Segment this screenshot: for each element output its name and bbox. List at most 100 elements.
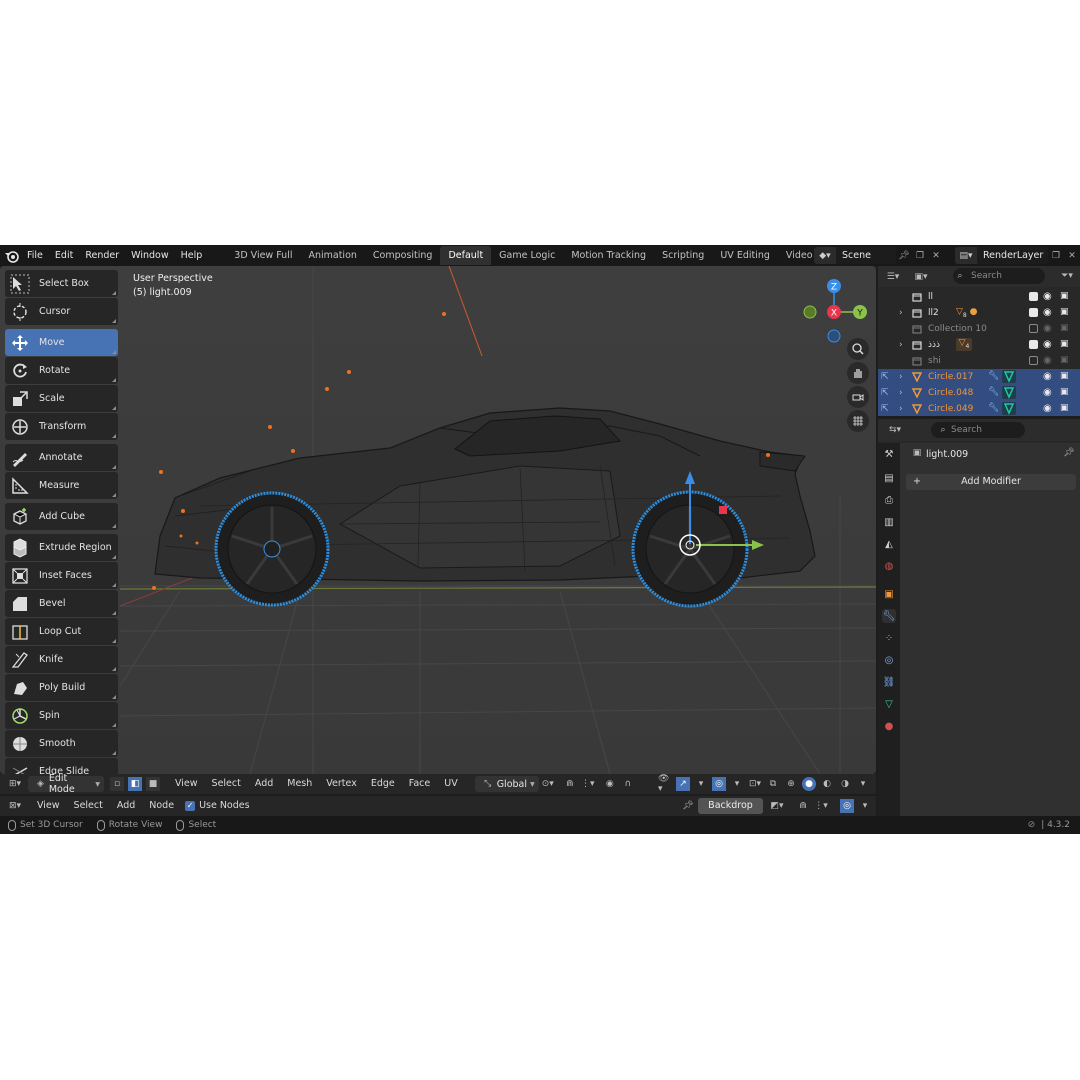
render-camera-icon[interactable]: ▣	[1060, 307, 1069, 317]
tool-transform[interactable]: Transform	[5, 413, 118, 440]
outliner-row[interactable]: › ll2 ▽8 ● ◉ ▣	[878, 305, 1080, 321]
3d-viewport[interactable]: User Perspective (5) light.009 Select Bo…	[0, 266, 876, 774]
tool-extrude-region[interactable]: Extrude Region	[5, 534, 118, 561]
checkbox-icon[interactable]: ✓	[185, 801, 196, 811]
menu-help[interactable]: Help	[175, 245, 209, 266]
tab-animation[interactable]: Animation	[300, 246, 364, 265]
tool-move[interactable]: Move	[5, 329, 118, 356]
tool-inset-faces[interactable]: Inset Faces	[5, 562, 118, 589]
scene-selector[interactable]: ◆▾ Scene 📌︎ ❐ ✕	[814, 247, 944, 264]
exclude-checkbox[interactable]	[1029, 340, 1038, 349]
tab-motion-tracking[interactable]: Motion Tracking	[563, 246, 654, 265]
constraints-icon[interactable]: ⛓︎	[882, 675, 896, 689]
render-camera-icon[interactable]: ▣	[1060, 403, 1069, 413]
tool-rotate[interactable]: Rotate	[5, 357, 118, 384]
render-layer-name-field[interactable]: RenderLayer	[977, 247, 1048, 264]
menu-file[interactable]: File	[21, 245, 49, 266]
modifier-icon[interactable]: 🔧︎	[882, 609, 896, 623]
pin-icon[interactable]: 📌︎	[896, 247, 912, 264]
render-camera-icon[interactable]: ▣	[1060, 291, 1069, 301]
tab-default[interactable]: Default	[440, 246, 492, 265]
display-mode-icon[interactable]: ▣▾	[914, 270, 928, 284]
expand-arrow-icon[interactable]: ›	[899, 388, 903, 398]
tool-annotate[interactable]: Annotate	[5, 444, 118, 471]
filter-icon[interactable]: ⏷▾	[1060, 269, 1074, 283]
visibility-eye-icon[interactable]: ◉	[1043, 371, 1052, 382]
use-nodes-toggle[interactable]: ✓ Use Nodes	[185, 796, 250, 816]
tool-add-cube[interactable]: Add Cube	[5, 503, 118, 530]
visibility-eye-icon[interactable]: ◉	[1043, 387, 1052, 398]
shading-menu-icon[interactable]: ▾	[856, 777, 870, 791]
visibility-eye-icon[interactable]: ◉	[1043, 307, 1052, 318]
vp-menu-face[interactable]: Face	[402, 774, 437, 794]
outliner-row[interactable]: › ذذذ ▽4 ◉ ▣	[878, 337, 1080, 353]
mesh-data-icon[interactable]	[1002, 370, 1016, 383]
vp-menu-view[interactable]: View	[168, 774, 205, 794]
tool-poly-build[interactable]: Poly Build	[5, 674, 118, 701]
menu-render[interactable]: Render	[79, 245, 125, 266]
navigation-gizmo[interactable]: Z Y X	[798, 272, 874, 348]
wrench-icon[interactable]: 🔧︎	[988, 371, 999, 381]
vp-menu-add[interactable]: Add	[248, 774, 280, 794]
pin-icon[interactable]: 📌︎	[681, 799, 695, 813]
wrench-icon[interactable]: 🔧︎	[988, 403, 999, 413]
render-camera-icon[interactable]: ▣	[1060, 371, 1069, 381]
tool-cursor[interactable]: Cursor	[5, 298, 118, 325]
properties-editor-type-icon[interactable]: ⇆▾	[888, 423, 902, 437]
snap-icon[interactable]: ⋒	[563, 777, 577, 791]
modifier-link-icon[interactable]: ⇱	[881, 404, 889, 414]
expand-arrow-icon[interactable]: ›	[899, 340, 903, 350]
render-camera-icon[interactable]: ▣	[1060, 323, 1069, 333]
mesh-overlay-icon[interactable]: ⊡▾	[748, 777, 762, 791]
vp-menu-vertex[interactable]: Vertex	[319, 774, 364, 794]
snap-target-icon[interactable]: ⋮▾	[814, 799, 828, 813]
visibility-icon[interactable]: 👁︎▾	[658, 774, 672, 794]
node-menu-node[interactable]: Node	[142, 796, 181, 816]
node-editor-type-icon[interactable]: ⊠▾	[8, 799, 22, 813]
outliner-row[interactable]: shi ◉ ▣	[878, 353, 1080, 369]
snap-icon[interactable]: ⋒	[796, 799, 810, 813]
render-camera-icon[interactable]: ▣	[1060, 355, 1069, 365]
edge-select-icon[interactable]: ◧	[128, 777, 142, 791]
render-layer-selector[interactable]: ▤▾ RenderLayer ❐ ✕	[955, 247, 1080, 264]
pan-hand-icon[interactable]	[847, 362, 869, 384]
visibility-eye-icon[interactable]: ◉	[1043, 403, 1052, 414]
zoom-icon[interactable]	[847, 338, 869, 360]
mesh-count-icon[interactable]: ▽8 ●	[956, 307, 977, 319]
view-layer-icon[interactable]: ▥	[882, 515, 896, 529]
orientation-selector[interactable]: ⤡ Global ▾	[474, 776, 539, 792]
overlay-toggle-icon[interactable]: ◎	[712, 777, 726, 791]
editor-type-icon[interactable]: ⊞▾	[8, 777, 22, 791]
outliner-editor-type-icon[interactable]: ☰▾	[886, 270, 900, 284]
backdrop-button[interactable]: Backdrop	[698, 798, 763, 814]
vp-menu-mesh[interactable]: Mesh	[280, 774, 319, 794]
outliner[interactable]: ☰▾ ▣▾ Search ⌕ ⏷▾ ll ◉ ▣ › ll2 ▽8 ● ◉ ▣ Collecti…	[878, 266, 1080, 416]
outliner-row[interactable]: Collection 10 ◉ ▣	[878, 321, 1080, 337]
face-select-icon[interactable]: ■	[146, 777, 160, 791]
overlay-menu-icon[interactable]: ▾	[858, 799, 872, 813]
pivot-icon[interactable]: ⊙▾	[541, 777, 555, 791]
visibility-eye-icon[interactable]: ◉	[1043, 355, 1052, 366]
scene-icon[interactable]: ◆▾	[814, 247, 836, 264]
blender-logo-icon[interactable]	[3, 247, 21, 265]
overlay-menu-icon[interactable]: ▾	[730, 777, 744, 791]
tool-select-box[interactable]: Select Box	[5, 270, 118, 297]
close-icon[interactable]: ✕	[928, 247, 944, 264]
node-menu-select[interactable]: Select	[67, 796, 110, 816]
falloff-icon[interactable]: ∩	[621, 777, 635, 791]
node-menu-view[interactable]: View	[30, 796, 67, 816]
visibility-eye-icon[interactable]: ◉	[1043, 323, 1052, 334]
tab-uv-editing[interactable]: UV Editing	[712, 246, 778, 265]
outliner-row[interactable]: ll ◉ ▣	[878, 289, 1080, 305]
expand-arrow-icon[interactable]: ›	[899, 404, 903, 414]
outliner-row[interactable]: ⇱ › Circle.017 🔧︎ ◉ ▣	[878, 369, 1080, 385]
exclude-checkbox[interactable]	[1029, 292, 1038, 301]
menu-window[interactable]: Window	[125, 245, 174, 266]
backdrop-channel-icon[interactable]: ◩▾	[770, 799, 784, 813]
new-scene-icon[interactable]: ❐	[912, 247, 928, 264]
expand-arrow-icon[interactable]: ›	[899, 372, 903, 382]
xray-icon[interactable]: ⧉	[766, 777, 780, 791]
ortho-grid-icon[interactable]	[847, 410, 869, 432]
tab-scripting[interactable]: Scripting	[654, 246, 712, 265]
render-camera-icon[interactable]: ▣	[1060, 339, 1069, 349]
